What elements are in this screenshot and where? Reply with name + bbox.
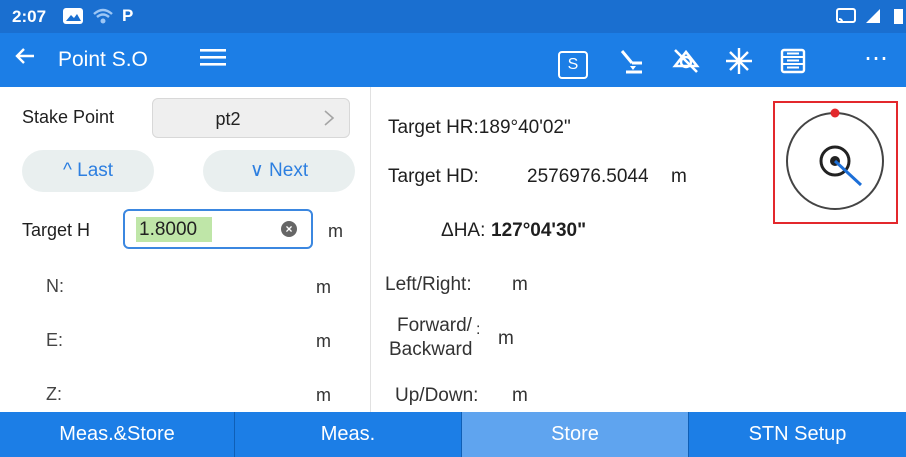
compass-frame (773, 101, 898, 224)
forward-unit: m (498, 328, 514, 349)
e-label: E: (46, 330, 64, 350)
stake-point-label: Stake Point (22, 107, 115, 127)
title-bar: Point S.O S ⋯ (0, 33, 906, 87)
z-unit: m (316, 385, 331, 405)
delta-ha-value: 127°04'30" (491, 220, 587, 241)
target-h-unit: m (328, 221, 343, 241)
wifi-icon (92, 6, 114, 26)
clear-icon[interactable]: × (281, 221, 297, 237)
target-hd-unit: m (671, 166, 687, 187)
delta-ha-label: ΔHA: (441, 220, 486, 241)
forward-colon: : (476, 321, 481, 338)
last-button[interactable]: ^ Last (22, 150, 154, 192)
chevron-right-icon (323, 105, 335, 137)
stake-point-value: pt2 (215, 109, 241, 129)
laser-icon[interactable] (722, 44, 756, 78)
target-h-value: 1.8000 (139, 219, 198, 240)
up-down-label: Up/Down: (395, 385, 479, 406)
up-down-unit: m (512, 385, 528, 406)
bottom-action-bar: Meas.&Store Meas. Store STN Setup (0, 412, 906, 457)
left-right-unit: m (512, 274, 528, 295)
more-icon[interactable]: ⋯ (864, 44, 889, 73)
status-time: 2:07 (12, 7, 47, 26)
e-unit: m (316, 331, 331, 351)
forward-label-line2: Backward (389, 339, 473, 360)
target-h-input[interactable]: 1.8000 × (123, 209, 313, 249)
s-mode-button[interactable]: S (558, 51, 588, 79)
page-title: Point S.O (58, 48, 148, 71)
target-hd-label: Target HD: (388, 166, 479, 187)
store-button[interactable]: Store (462, 412, 689, 457)
back-arrow-icon[interactable] (14, 45, 36, 74)
meas-button[interactable]: Meas. (235, 412, 462, 457)
n-unit: m (316, 277, 331, 297)
stn-setup-button[interactable]: STN Setup (689, 412, 906, 457)
target-hr-readout: Target HR:189°40'02" (388, 117, 571, 138)
next-button[interactable]: ∨ Next (203, 150, 355, 192)
meas-store-button[interactable]: Meas.&Store (0, 412, 235, 457)
forward-label-line1: Forward/ (397, 315, 472, 336)
compass-icon (786, 108, 884, 210)
battery-icon (892, 6, 904, 26)
target-h-label: Target H (22, 220, 91, 240)
cast-icon (836, 6, 856, 26)
n-label: N: (46, 276, 64, 296)
stake-point-selector[interactable]: pt2 (152, 98, 350, 138)
gallery-icon (62, 6, 84, 26)
parking-app-icon: P (122, 6, 134, 25)
target-hd-value: 2576976.5044 (527, 166, 649, 187)
panel-divider (370, 87, 371, 412)
no-prism-icon[interactable] (669, 44, 703, 78)
left-right-label: Left/Right: (385, 274, 472, 295)
status-bar: 2:07 P (0, 0, 906, 33)
menu-icon[interactable] (200, 44, 226, 74)
list-icon[interactable] (776, 44, 810, 78)
z-label: Z: (46, 384, 62, 404)
level-icon[interactable] (614, 44, 648, 78)
signal-icon (864, 6, 882, 26)
